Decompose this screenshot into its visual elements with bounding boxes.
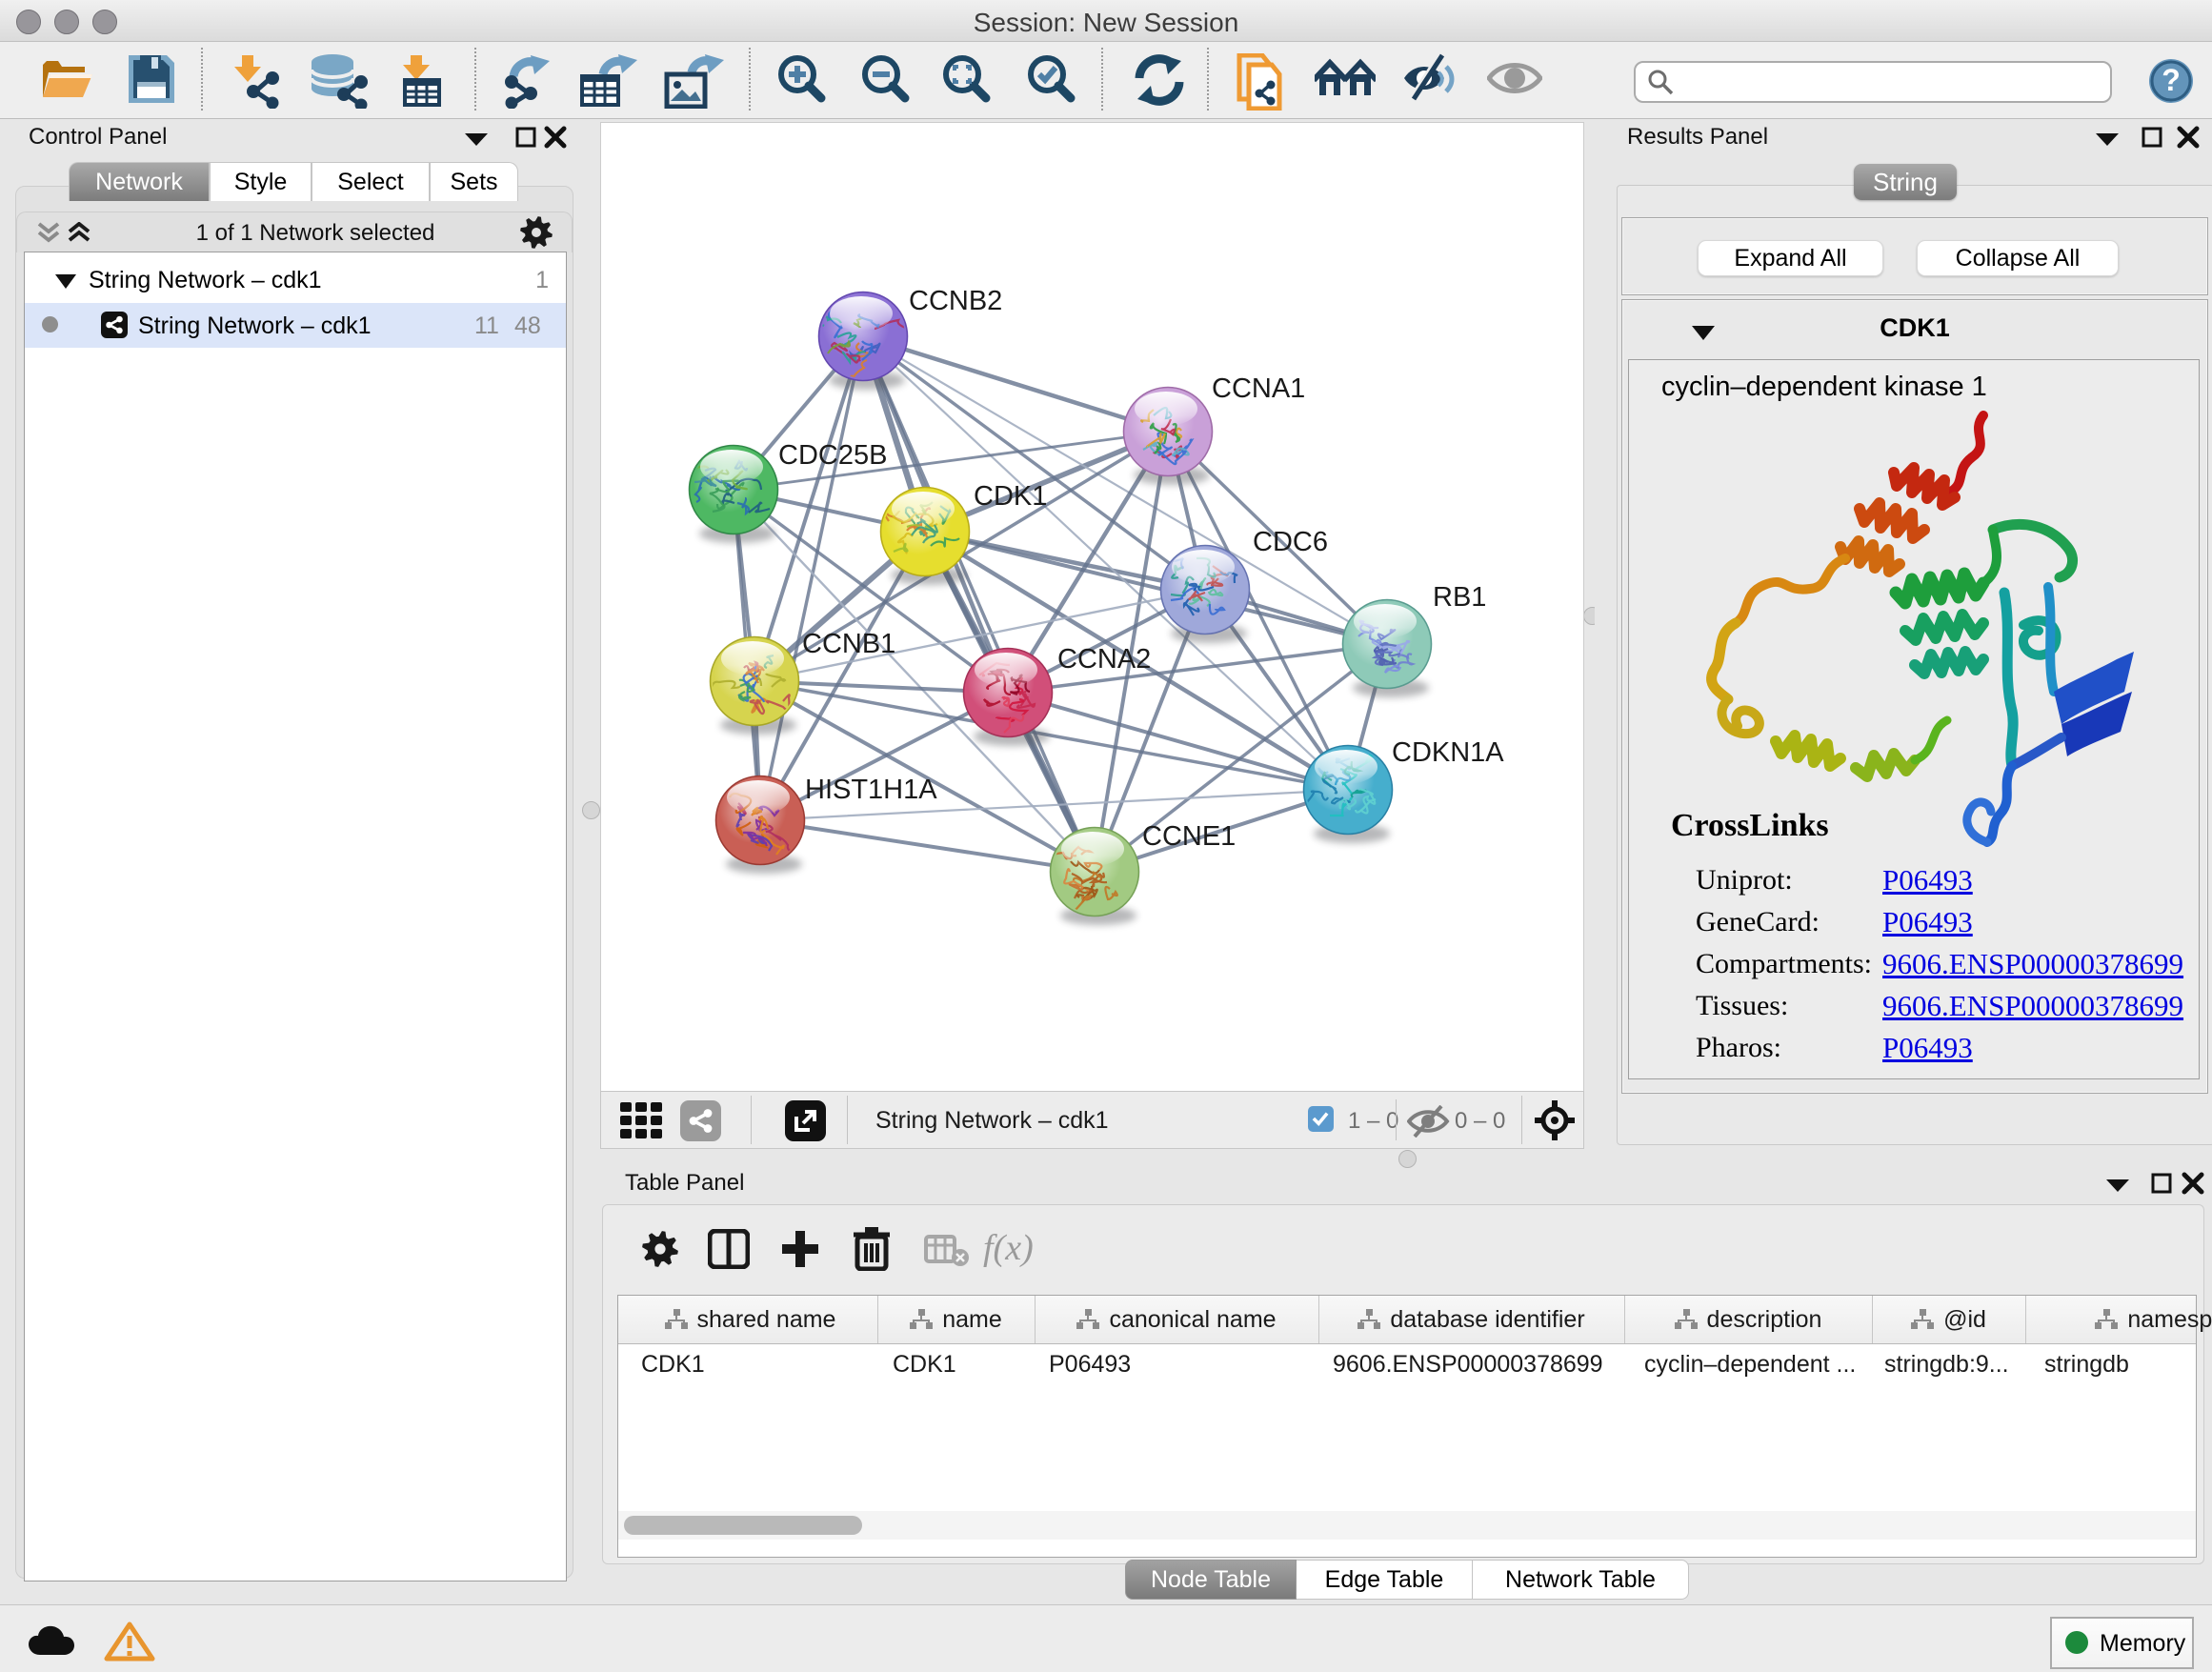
svg-text:CDC25B: CDC25B xyxy=(778,440,887,471)
svg-text:CDK1: CDK1 xyxy=(974,481,1047,512)
svg-text:RB1: RB1 xyxy=(1433,582,1486,613)
svg-text:CCNE1: CCNE1 xyxy=(1142,821,1236,852)
svg-text:CCNA2: CCNA2 xyxy=(1057,644,1151,675)
svg-text:CCNB1: CCNB1 xyxy=(802,629,895,659)
svg-text:HIST1H1A: HIST1H1A xyxy=(805,775,937,805)
svg-text:CDC6: CDC6 xyxy=(1253,527,1328,557)
svg-text:CCNA1: CCNA1 xyxy=(1212,373,1305,404)
svg-text:?: ? xyxy=(2162,63,2181,97)
svg-text:CDKN1A: CDKN1A xyxy=(1392,737,1504,768)
svg-text:CCNB2: CCNB2 xyxy=(909,286,1002,316)
